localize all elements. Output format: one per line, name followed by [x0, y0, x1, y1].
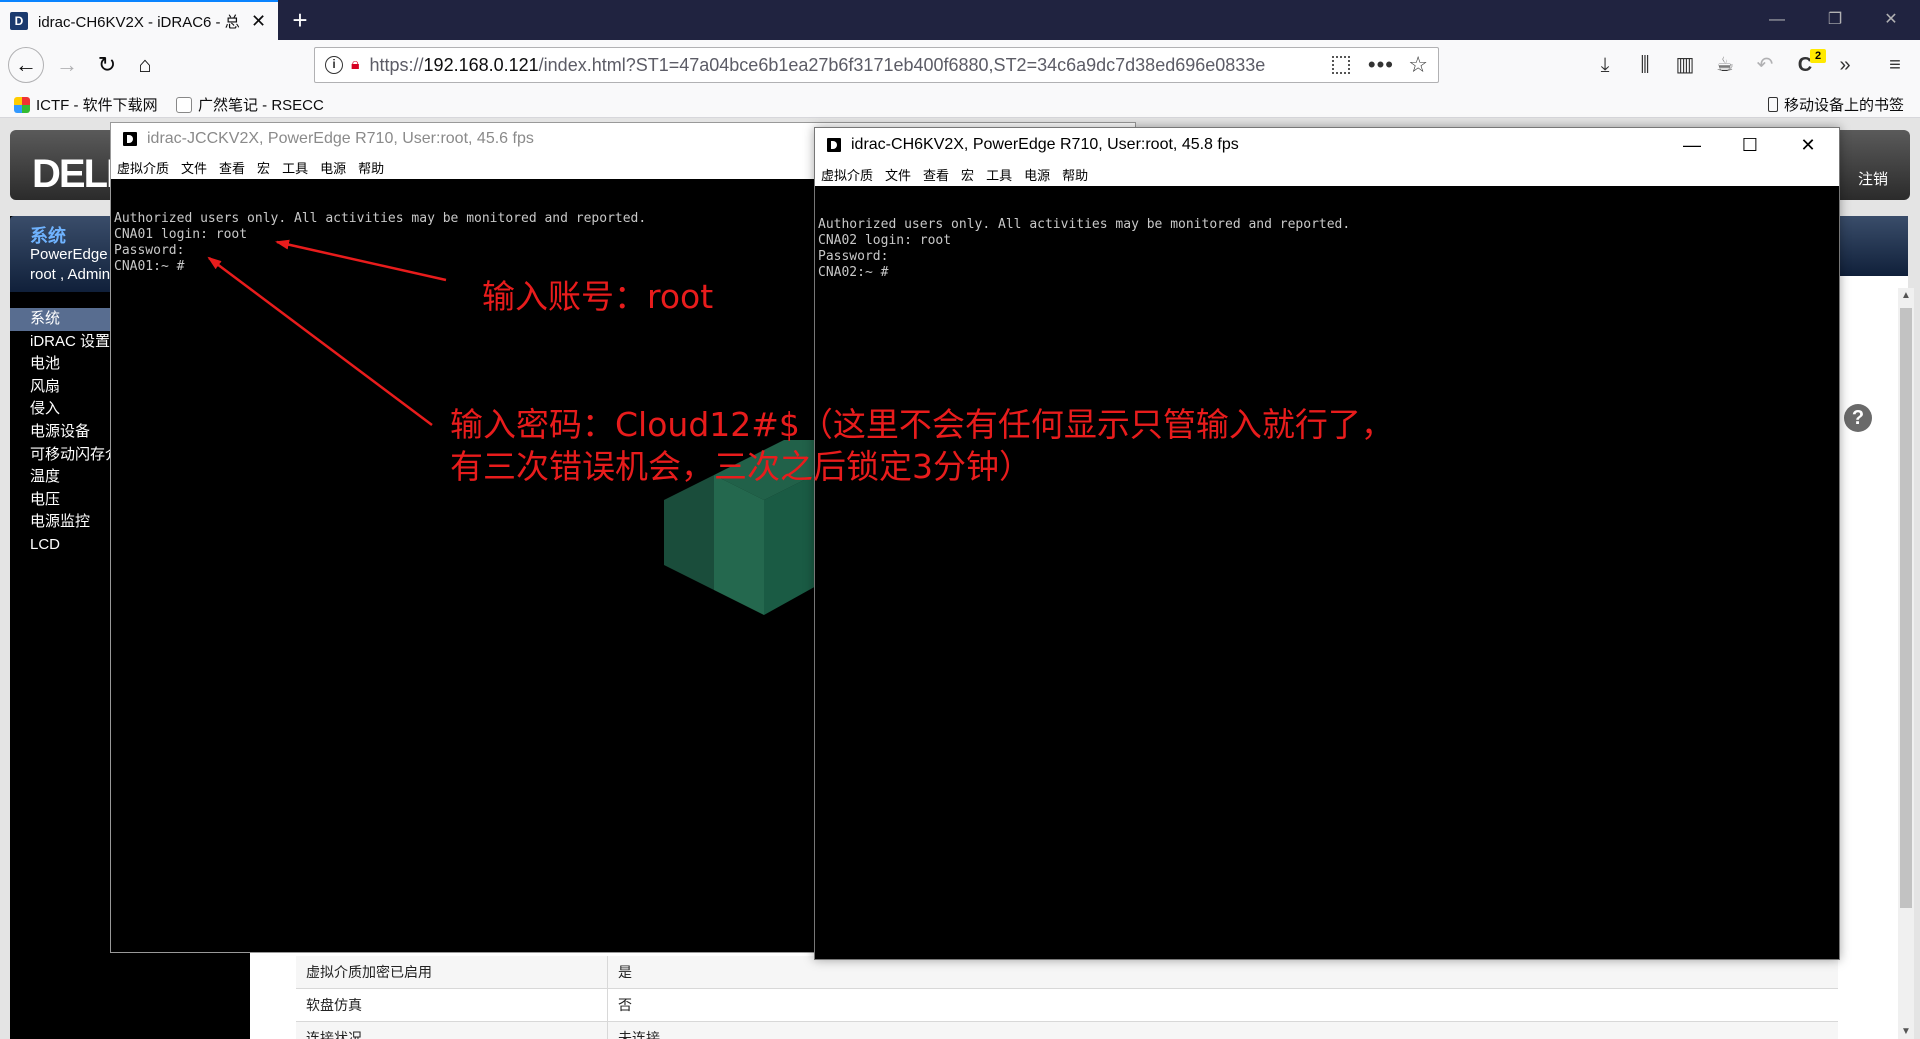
window-restore-button[interactable]: ❐ — [1806, 0, 1864, 40]
console-maximize-button[interactable]: ☐ — [1721, 128, 1779, 162]
menu-hamburger-icon[interactable]: ≡ — [1880, 50, 1910, 80]
browser-tab-active[interactable]: D idrac-CH6KV2X - iDRAC6 - 总 ✕ — [0, 0, 278, 40]
mobile-bookmarks[interactable]: 移动设备上的书签 — [1768, 94, 1904, 115]
site-info-icon[interactable]: i — [325, 56, 343, 74]
url-text[interactable]: https://192.168.0.121/index.html?ST1=47a… — [370, 55, 1290, 76]
qr-code-icon[interactable] — [1332, 56, 1350, 74]
console-app-icon — [123, 132, 137, 146]
help-icon[interactable]: ? — [1844, 404, 1872, 432]
bookmark-label: 广然笔记 - RSECC — [198, 97, 324, 114]
home-button[interactable]: ⌂ — [128, 48, 162, 82]
logout-link[interactable]: 注销 — [1858, 168, 1888, 189]
forward-button[interactable]: → — [50, 48, 84, 82]
menu-power[interactable]: 电源 — [1024, 165, 1050, 184]
table-row: 软盘仿真 否 — [296, 988, 1838, 1022]
menu-help[interactable]: 帮助 — [358, 158, 384, 177]
scroll-down-icon[interactable]: ▼ — [1901, 1026, 1911, 1037]
browser-toolbar: ← → ↻ ⌂ i 🔒︎ https://192.168.0.121/index… — [0, 40, 1920, 90]
page-icon — [176, 96, 192, 113]
insecure-lock-icon[interactable]: 🔒︎ — [351, 56, 360, 74]
scrollbar-thumb[interactable] — [1900, 308, 1912, 908]
menu-virtual-media[interactable]: 虚拟介质 — [821, 165, 873, 184]
menu-power[interactable]: 电源 — [320, 158, 346, 177]
reload-button[interactable]: ↻ — [90, 48, 124, 82]
menu-macros[interactable]: 宏 — [257, 158, 270, 177]
undo-icon[interactable]: ↶ — [1750, 50, 1780, 80]
system-model: PowerEdge — [30, 246, 108, 263]
menu-tools[interactable]: 工具 — [282, 158, 308, 177]
page-scrollbar[interactable]: ▲ ▼ — [1898, 288, 1914, 1039]
menu-file[interactable]: 文件 — [885, 165, 911, 184]
sidebar-icon[interactable]: ▥ — [1670, 50, 1700, 80]
virtual-console-window-cna02[interactable]: idrac-CH6KV2X, PowerEdge R710, User:root… — [814, 127, 1840, 960]
content-header-bar — [1836, 216, 1908, 276]
menu-view[interactable]: 查看 — [923, 165, 949, 184]
virtual-media-table: 虚拟介质加密已启用 是 软盘仿真 否 连接状况 未连接 — [296, 955, 1838, 1039]
annotation-password-line2: 有三次错误机会，三次之后锁定3分钟） — [450, 447, 1032, 486]
bookmark-label: 移动设备上的书签 — [1784, 97, 1905, 114]
annotation-password-line1: 输入密码：Cloud12#$（这里不会有任何显示只管输入就行了， — [450, 405, 1394, 444]
menu-view[interactable]: 查看 — [219, 158, 245, 177]
bookmark-label: ICTF - 软件下载网 — [36, 97, 158, 114]
console-line: Authorized users only. All activities ma… — [818, 217, 1351, 232]
system-title[interactable]: 系统 — [30, 222, 66, 248]
library-icon[interactable]: ⫼ — [1630, 50, 1660, 80]
menu-tools[interactable]: 工具 — [986, 165, 1012, 184]
table-value: 否 — [618, 997, 632, 1013]
table-value: 是 — [618, 964, 632, 980]
mobile-device-icon — [1768, 97, 1778, 112]
console-menubar: 虚拟介质 文件 查看 宏 工具 电源 帮助 — [815, 162, 1839, 186]
scroll-up-icon[interactable]: ▲ — [1901, 290, 1911, 301]
new-tab-button[interactable]: + — [282, 4, 318, 36]
console-title: idrac-JCCKV2X, PowerEdge R710, User:root… — [147, 130, 534, 147]
table-key: 软盘仿真 — [296, 988, 608, 1022]
overflow-chevron-icon[interactable]: » — [1830, 50, 1860, 80]
bookmark-star-icon[interactable]: ☆ — [1408, 52, 1428, 78]
address-bar[interactable]: i 🔒︎ https://192.168.0.121/index.html?ST… — [314, 47, 1439, 83]
url-path: /index.html?ST1=47a04bce6b1ea27b6f3171eb… — [538, 54, 1266, 75]
menu-virtual-media[interactable]: 虚拟介质 — [117, 158, 169, 177]
idrac-favicon-icon: D — [10, 12, 28, 30]
table-row: 连接状况 未连接 — [296, 1021, 1838, 1039]
bookmark-ictf[interactable]: ICTF - 软件下载网 — [14, 94, 158, 115]
console-close-button[interactable]: ✕ — [1779, 128, 1837, 162]
bookmark-rsecc[interactable]: 广然笔记 - RSECC — [176, 94, 324, 115]
annotation-account: 输入账号：root — [482, 277, 714, 316]
user-line: root , Admin — [30, 266, 111, 283]
console-app-icon — [827, 138, 841, 152]
extension-badge: 2 — [1810, 49, 1826, 63]
url-host: 192.168.0.121 — [423, 54, 539, 75]
extension-cup-icon[interactable]: ☕︎ — [1710, 50, 1740, 80]
ictf-icon — [14, 96, 30, 113]
menu-help[interactable]: 帮助 — [1062, 165, 1088, 184]
console-titlebar[interactable]: idrac-CH6KV2X, PowerEdge R710, User:root… — [815, 128, 1839, 162]
console-minimize-button[interactable]: — — [1663, 128, 1721, 162]
console-line: Password: — [818, 249, 889, 264]
back-button[interactable]: ← — [8, 47, 44, 83]
downloads-icon[interactable]: ⤓ — [1590, 50, 1620, 80]
url-scheme: https:// — [369, 54, 424, 75]
window-minimize-button[interactable]: — — [1748, 0, 1806, 40]
console-title: idrac-CH6KV2X, PowerEdge R710, User:root… — [851, 136, 1239, 153]
browser-tab-bar: D idrac-CH6KV2X - iDRAC6 - 总 ✕ + — ❐ ✕ — [0, 0, 1920, 40]
bookmarks-toolbar: ICTF - 软件下载网 广然笔记 - RSECC 移动设备上的书签 — [0, 90, 1920, 118]
window-close-button[interactable]: ✕ — [1862, 0, 1920, 40]
table-key: 连接状况 — [296, 1021, 608, 1039]
table-value: 未连接 — [618, 1030, 660, 1039]
page-actions-icon[interactable]: ••• — [1368, 52, 1394, 78]
table-row: 虚拟介质加密已启用 是 — [296, 955, 1838, 989]
console-screen[interactable]: Authorized users only. All activities ma… — [815, 186, 1839, 959]
close-tab-icon[interactable]: ✕ — [251, 11, 266, 32]
tab-title: idrac-CH6KV2X - iDRAC6 - 总 — [38, 13, 240, 31]
console-line: CNA02:~ # — [818, 265, 889, 280]
table-key: 虚拟介质加密已启用 — [296, 955, 608, 989]
menu-macros[interactable]: 宏 — [961, 165, 974, 184]
menu-file[interactable]: 文件 — [181, 158, 207, 177]
console-line: CNA02 login: root — [818, 233, 952, 248]
